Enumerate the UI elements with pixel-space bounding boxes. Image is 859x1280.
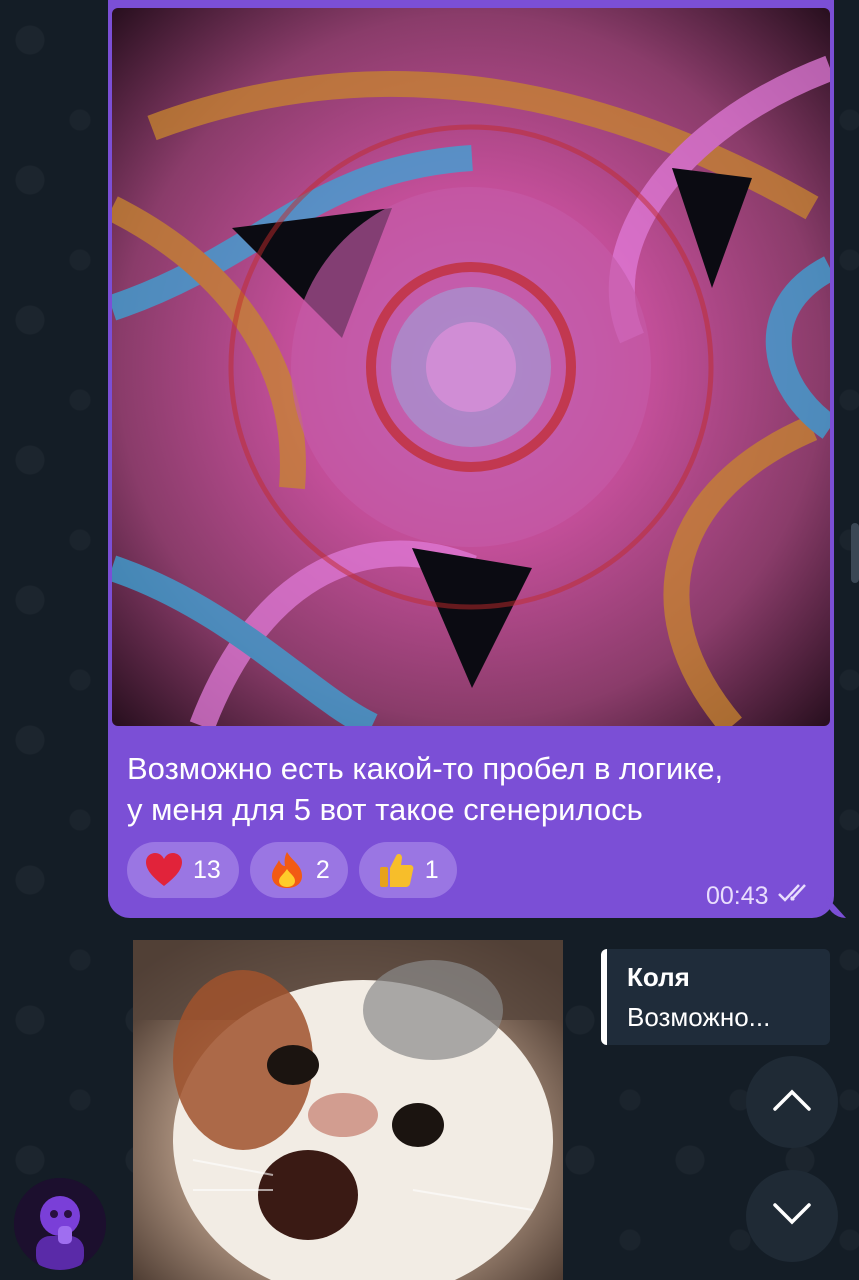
message-meta: 00:43 [706,882,813,911]
caption-line: у меня для 5 вот такое сгенерилось [127,792,643,827]
reply-author: Коля [627,962,690,992]
reply-preview[interactable]: Коля Возможно... [601,949,830,1045]
reaction-fire[interactable]: 2 [249,842,348,898]
scroll-down-button[interactable] [746,1170,838,1262]
thumbs-up-icon [377,851,415,889]
message-time: 00:43 [706,882,769,910]
heart-icon [145,851,183,889]
reaction-count: 13 [193,855,221,884]
chevron-down-icon [772,1202,812,1231]
reply-accent-bar [601,949,607,1045]
double-check-icon [777,882,813,911]
fire-icon [268,851,306,889]
reaction-count: 1 [424,855,439,884]
reaction-thumbs-up[interactable]: 1 [358,842,457,898]
avatar[interactable] [14,1178,106,1270]
reactions-row: 13 2 1 [127,842,457,898]
caption-line: Возможно есть какой-то пробел в логике, [127,751,724,786]
chevron-up-icon [772,1088,812,1117]
scrollbar[interactable] [851,523,859,583]
reaction-heart[interactable]: 13 [127,842,239,898]
reply-text: Возможно... [627,1002,771,1032]
reaction-count: 2 [315,855,330,884]
scroll-up-button[interactable] [746,1056,838,1148]
incoming-photo[interactable] [133,940,563,1280]
message-photo[interactable] [112,8,830,726]
message-caption: Возможно есть какой-то пробел в логике, … [127,748,827,830]
